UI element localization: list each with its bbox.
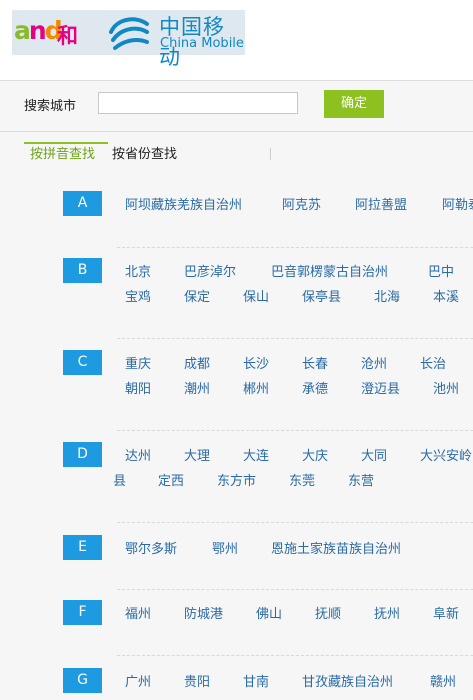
city-link[interactable]: 宝鸡 [125, 286, 151, 305]
city-link[interactable]: 巴彦淖尔 [184, 261, 236, 280]
city-link[interactable]: 阿拉善盟 [355, 194, 407, 213]
group-divider [117, 655, 473, 656]
group-divider [117, 522, 473, 523]
letter-badge-c: C [63, 350, 102, 375]
city-link[interactable]: 本溪 [433, 286, 459, 305]
city-link[interactable]: 贵阳 [184, 671, 210, 690]
letter-badge-d: D [63, 442, 102, 467]
city-link[interactable]: 赣州 [430, 671, 456, 690]
letter-badge-e: E [63, 535, 102, 560]
group-divider [117, 338, 473, 339]
china-mobile-icon [109, 17, 149, 50]
city-link[interactable]: 防城港 [184, 603, 223, 622]
city-link[interactable]: 恩施土家族苗族自治州 [271, 538, 401, 557]
city-link[interactable]: 大理 [184, 445, 210, 464]
city-link[interactable]: 阜新 [433, 603, 459, 622]
group-divider [117, 589, 473, 590]
confirm-button[interactable]: 确定 [324, 90, 384, 118]
group-divider [117, 247, 473, 248]
group-divider [117, 430, 473, 431]
city-link[interactable]: 阿勒泰 [442, 194, 473, 213]
search-bar: 搜索城市 确定 [0, 81, 473, 131]
tab-province[interactable]: 按省份查找 [112, 144, 177, 166]
city-link[interactable]: 沧州 [361, 353, 387, 372]
city-link[interactable]: 达州 [125, 445, 151, 464]
city-link[interactable]: 长春 [302, 353, 328, 372]
city-link[interactable]: 甘南 [243, 671, 269, 690]
city-link[interactable]: 重庆 [125, 353, 151, 372]
search-city-label: 搜索城市 [24, 99, 77, 114]
city-link[interactable]: 阿克苏 [282, 194, 321, 213]
brand-logo-banner: and 和 中国移动 China Mobile [12, 10, 245, 69]
tab-pinyin[interactable]: 按拼音查找 [24, 142, 108, 164]
city-link[interactable]: 鄂尔多斯 [125, 538, 177, 557]
city-link[interactable]: 县 [113, 470, 126, 489]
letter-badge-g: G [63, 668, 102, 693]
search-city-input[interactable] [98, 92, 298, 114]
and-logo: and [14, 16, 63, 45]
city-link[interactable]: 北京 [125, 261, 151, 280]
city-link[interactable]: 阿坝藏族羌族自治州 [125, 194, 242, 213]
city-link[interactable]: 佛山 [256, 603, 282, 622]
city-link[interactable]: 朝阳 [125, 378, 151, 397]
city-link[interactable]: 保亭县 [302, 286, 341, 305]
he-logo-text: 和 [57, 24, 78, 48]
tab-separator [270, 148, 271, 160]
and-logo-a: a [14, 16, 31, 45]
city-link[interactable]: 巴音郭楞蒙古自治州 [271, 261, 388, 280]
city-link[interactable]: 巴中 [428, 261, 454, 280]
city-link[interactable]: 大同 [361, 445, 387, 464]
header: and 和 中国移动 China Mobile [0, 0, 473, 80]
city-link[interactable]: 潮州 [184, 378, 210, 397]
city-link[interactable]: 大兴安岭 [420, 445, 472, 464]
city-link[interactable]: 大庆 [302, 445, 328, 464]
city-link[interactable]: 成都 [184, 353, 210, 372]
letter-badge-a: A [63, 191, 102, 216]
city-link[interactable]: 承德 [302, 378, 328, 397]
city-link[interactable]: 北海 [374, 286, 400, 305]
city-link[interactable]: 东莞 [289, 470, 315, 489]
city-link[interactable]: 甘孜藏族自治州 [302, 671, 393, 690]
city-link[interactable]: 长治 [420, 353, 446, 372]
city-link[interactable]: 抚顺 [315, 603, 341, 622]
city-link[interactable]: 澄迈县 [361, 378, 400, 397]
search-mode-tabs: 按拼音查找 按省份查找 [24, 142, 274, 166]
city-link[interactable]: 福州 [125, 603, 151, 622]
city-link[interactable]: 定西 [158, 470, 184, 489]
city-link[interactable]: 长沙 [243, 353, 269, 372]
letter-badge-b: B [63, 258, 102, 283]
city-link[interactable]: 保山 [243, 286, 269, 305]
city-link[interactable]: 广州 [125, 671, 151, 690]
city-link[interactable]: 大连 [243, 445, 269, 464]
city-link[interactable]: 池州 [433, 378, 459, 397]
city-link[interactable]: 东营 [348, 470, 374, 489]
city-link[interactable]: 保定 [184, 286, 210, 305]
city-link[interactable]: 鄂州 [212, 538, 238, 557]
brand-name-en: China Mobile [160, 36, 244, 51]
and-logo-n: n [28, 16, 47, 45]
letter-badge-f: F [63, 600, 102, 625]
city-link[interactable]: 郴州 [243, 378, 269, 397]
city-list-panel: 按拼音查找 按省份查找 A 阿坝藏族羌族自治州 阿克苏 阿拉善盟 阿勒泰 B 北… [0, 132, 473, 700]
city-link[interactable]: 抚州 [374, 603, 400, 622]
city-link[interactable]: 东方市 [217, 470, 256, 489]
